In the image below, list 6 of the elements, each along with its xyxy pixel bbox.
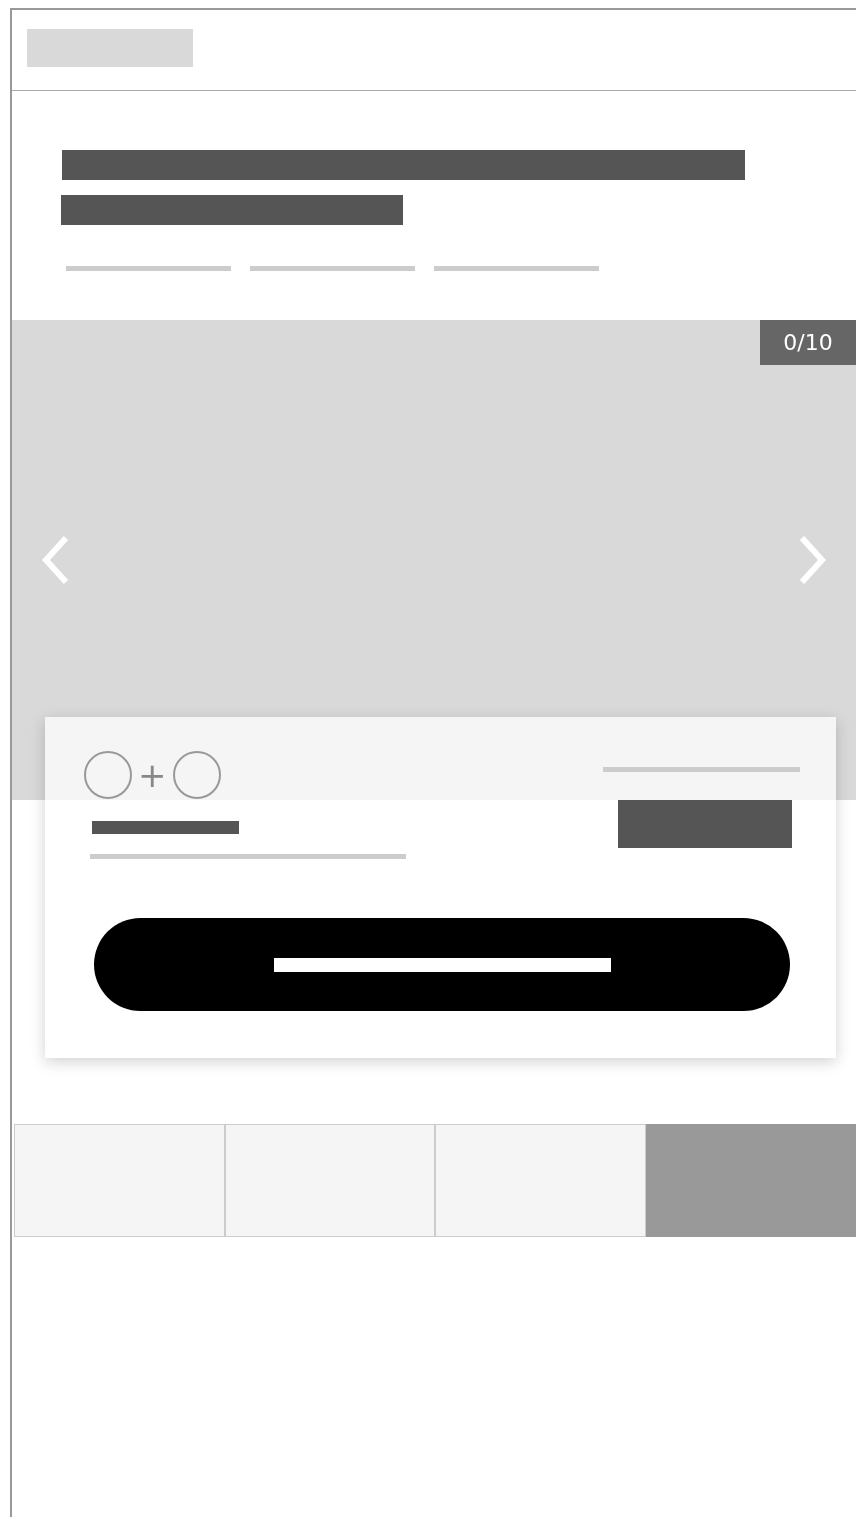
tab[interactable]	[224, 1124, 435, 1237]
tab[interactable]	[14, 1124, 225, 1237]
tab[interactable]	[435, 1124, 646, 1237]
image-counter: 0/10	[760, 320, 856, 365]
plus-sign: +	[138, 757, 167, 792]
tab[interactable]	[645, 1124, 856, 1237]
